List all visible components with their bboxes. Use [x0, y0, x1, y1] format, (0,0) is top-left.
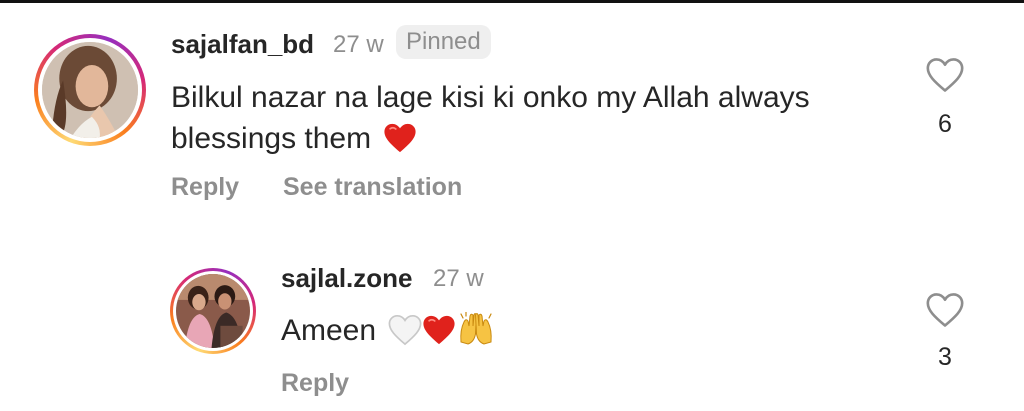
reply-button[interactable]: Reply [171, 173, 239, 202]
reply-timestamp: 27 w [433, 265, 484, 292]
top-divider [0, 0, 1024, 3]
pinned-badge: Pinned [396, 25, 491, 59]
reply-username[interactable]: sajlal.zone [281, 263, 413, 294]
raising-hands-emoji-icon [460, 312, 493, 345]
red-heart-emoji-icon [423, 315, 455, 345]
see-translation-button[interactable]: See translation [283, 173, 462, 202]
comment-timestamp: 27 w [333, 31, 384, 58]
comment-text: Bilkul nazar na lage kisi ki onko my All… [171, 77, 891, 159]
like-count: 6 [938, 110, 952, 138]
white-heart-emoji-icon [388, 314, 422, 346]
reply-button[interactable]: Reply [281, 369, 349, 398]
comment-text-content: Bilkul nazar na lage kisi ki onko my All… [171, 81, 810, 155]
red-heart-emoji-icon [384, 123, 417, 153]
like-heart-icon[interactable] [925, 292, 965, 328]
avatar[interactable] [170, 268, 256, 354]
reply-text-content: Ameen [281, 314, 377, 347]
avatar[interactable] [34, 34, 146, 146]
like-heart-icon[interactable] [925, 57, 965, 93]
reply-text: Ameen [281, 310, 881, 351]
comment-username[interactable]: sajalfan_bd [171, 29, 314, 60]
like-count: 3 [938, 343, 952, 371]
